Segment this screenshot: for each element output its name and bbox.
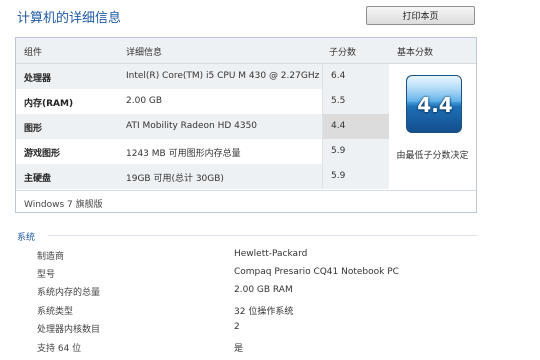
header-subscore: 子分数 (329, 48, 357, 58)
system-label: 系统内存的总量 (37, 288, 101, 298)
system-label: 支持 64 位 (37, 344, 82, 354)
system-row: 系统类型 32 位操作系统 (0, 303, 540, 320)
system-value: Hewlett-Packard (234, 249, 308, 259)
print-button[interactable]: 打印本页 (366, 6, 475, 25)
system-value: 32 位操作系统 (234, 307, 294, 317)
component-name: 主硬盘 (24, 174, 52, 184)
system-value: 2 (234, 322, 240, 332)
header-component: 组件 (24, 48, 43, 58)
system-value: 是 (234, 344, 244, 354)
page-title: 计算机的详细信息 (17, 11, 122, 26)
section-divider (48, 235, 477, 236)
system-label: 型号 (37, 270, 56, 280)
subscore-cell: 6.4 (322, 64, 389, 89)
base-score-column: 4.4 由最低子分数决定 (389, 64, 476, 190)
system-row: 系统内存的总量 2.00 GB RAM (0, 284, 540, 301)
component-details: Intel(R) Core(TM) i5 CPU M 430 @ 2.27GHz (126, 71, 320, 81)
subscore-value: 5.9 (331, 146, 346, 156)
subscore-cell-lowest: 4.4 (322, 114, 389, 139)
header-base-score: 基本分数 (397, 48, 434, 58)
system-value: 2.00 GB RAM (234, 285, 293, 295)
windows-edition: Windows 7 旗舰版 (24, 200, 103, 210)
table-header: 组件 详细信息 子分数 基本分数 (16, 38, 476, 64)
system-row: 处理器内核数目 2 (0, 321, 540, 338)
score-table: 组件 详细信息 子分数 基本分数 处理器 Intel(R) Core(TM) i… (15, 37, 477, 213)
base-score-value: 4.4 (417, 93, 453, 117)
system-label: 处理器内核数目 (37, 325, 101, 335)
component-details: 1243 MB 可用图形内存总量 (126, 149, 241, 159)
table-footer: Windows 7 旗舰版 (16, 190, 476, 213)
base-score-note: 由最低子分数决定 (396, 151, 469, 161)
component-name: 图形 (24, 124, 43, 134)
header-details: 详细信息 (126, 48, 163, 58)
component-details: ATI Mobility Radeon HD 4350 (126, 121, 258, 131)
system-row: 型号 Compaq Presario CQ41 Notebook PC (0, 266, 540, 283)
subscore-value: 4.4 (331, 121, 346, 131)
system-section-heading: 系统 (17, 233, 36, 243)
component-name: 处理器 (24, 74, 52, 84)
subscore-value: 5.5 (331, 96, 346, 106)
system-row: 支持 64 位 是 (0, 340, 540, 357)
subscore-value: 5.9 (331, 171, 346, 181)
subscore-cell: 5.9 (322, 139, 389, 164)
component-details: 19GB 可用(总计 30GB) (126, 174, 224, 184)
component-name: 内存(RAM) (24, 99, 74, 109)
system-row: 制造商 Hewlett-Packard (0, 248, 540, 265)
base-score-badge: 4.4 (406, 75, 462, 133)
subscore-value: 6.4 (331, 71, 346, 81)
subscore-cell: 5.5 (322, 89, 389, 114)
component-name: 游戏图形 (24, 149, 61, 159)
system-label: 系统类型 (37, 307, 74, 317)
system-value: Compaq Presario CQ41 Notebook PC (234, 267, 399, 277)
system-label: 制造商 (37, 252, 65, 262)
component-details: 2.00 GB (126, 96, 163, 106)
subscore-cell: 5.9 (322, 164, 389, 189)
